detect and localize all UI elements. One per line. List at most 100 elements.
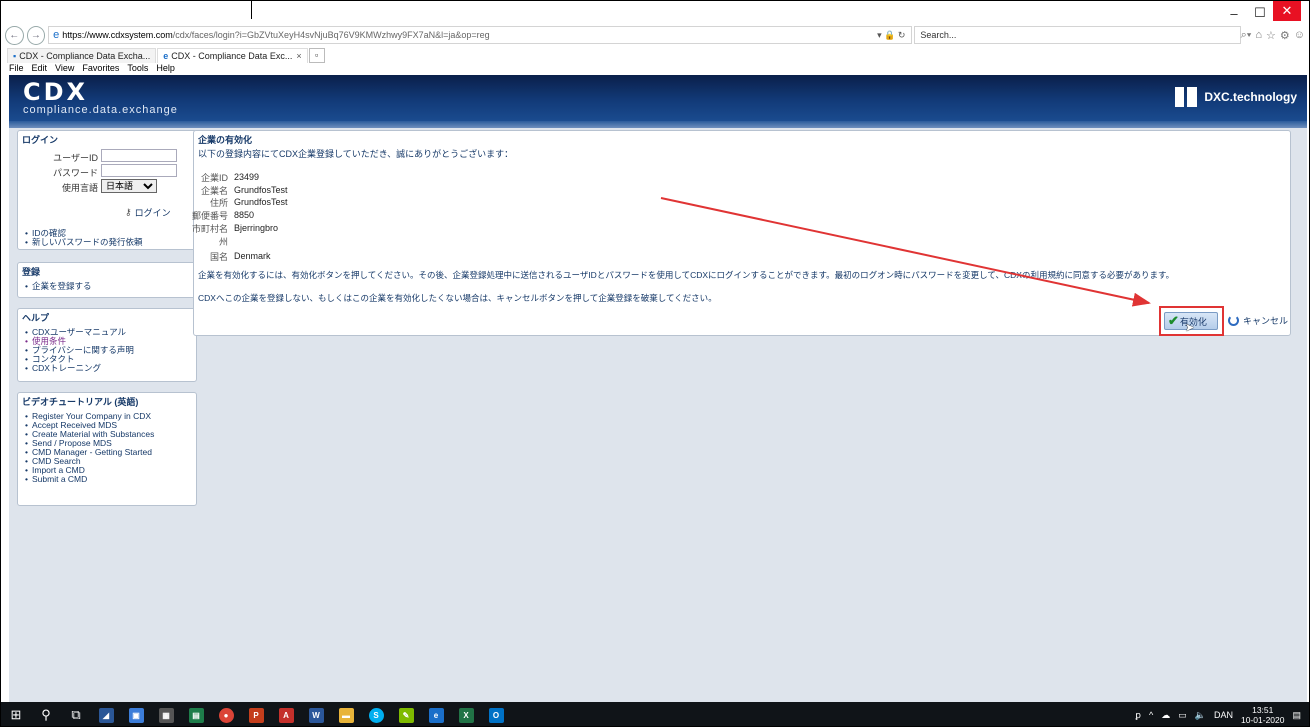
tab-1[interactable]: ▪ CDX - Compliance Data Excha...	[7, 47, 157, 63]
login-panel: ログイン ユーザーID パスワード 使用言語 日本語 ⚷ ログイン IDの確認	[17, 130, 197, 250]
home-icon[interactable]: ⌂	[1255, 29, 1262, 41]
taskbar-app[interactable]: X	[451, 702, 481, 726]
calculator-icon: ▦	[158, 707, 174, 723]
app-icon: ✎	[398, 707, 414, 723]
menu-edit[interactable]: Edit	[32, 63, 48, 75]
cancel-button[interactable]: キャンセル	[1228, 314, 1288, 327]
activation-panel: 企業の有効化 以下の登録内容にてCDX企業登録していただき、誠にありがとうござい…	[191, 130, 1291, 336]
video-link[interactable]: Submit a CMD	[24, 475, 192, 485]
smiley-icon[interactable]: ☺	[1294, 29, 1305, 41]
search-input[interactable]: Search...	[914, 26, 1241, 44]
taskbar-app[interactable]: ◢	[91, 702, 121, 726]
field-label: 住所	[209, 198, 228, 208]
header-subbar	[9, 121, 1307, 128]
tab-strip: ▪ CDX - Compliance Data Excha... e CDX -…	[7, 47, 326, 63]
field-company-name: 企業名 GrundfosTest	[198, 184, 798, 196]
clock-date: 10-01-2020	[1241, 715, 1285, 725]
taskbar-app[interactable]: W	[301, 702, 331, 726]
menu-file[interactable]: File	[9, 63, 24, 75]
new-tab-button[interactable]: ▫	[308, 47, 325, 63]
tab-close-icon[interactable]: ×	[296, 51, 301, 61]
field-city: 市町村名 Bjerringbro	[192, 222, 798, 234]
field-value: GrundfosTest	[234, 197, 288, 207]
video-title: ビデオチュートリアル (英語)	[22, 397, 139, 407]
menu-tools[interactable]: Tools	[127, 63, 148, 75]
taskbar-app[interactable]: ✎	[391, 702, 421, 726]
field-state: 州	[198, 235, 798, 247]
minimize-button[interactable]: –	[1221, 1, 1247, 25]
link-new-password[interactable]: 新しいパスワードの発行依頼	[24, 238, 143, 248]
forward-button[interactable]: →	[26, 25, 46, 45]
field-country: 国名 Denmark	[198, 250, 798, 262]
field-label: 郵便番号	[191, 211, 228, 221]
search-dropdown-icon[interactable]: ⌕▾	[1241, 29, 1252, 42]
system-tray: ꝑ ^ ☁ ▭ 🔈 DAN 13:51 10-01-2020 ▤	[1135, 702, 1301, 726]
volume-icon[interactable]: 🔈	[1195, 710, 1206, 721]
window-controls: – ☐ ✕	[1221, 1, 1301, 27]
field-label: 市町村名	[191, 224, 228, 234]
tab-2[interactable]: e CDX - Compliance Data Exc... ×	[157, 47, 308, 63]
start-button[interactable]: ⊞	[1, 702, 31, 726]
menu-bar: File Edit View Favorites Tools Help	[9, 63, 175, 75]
cdx-header: CDX compliance.data.exchange DXC.technol…	[9, 75, 1307, 121]
close-button[interactable]: ✕	[1273, 1, 1301, 21]
field-label: 州	[218, 237, 228, 247]
lock-refresh-icons[interactable]: ▾ 🔒 ↻	[877, 30, 905, 41]
cloud-icon[interactable]: ☁	[1161, 710, 1170, 721]
taskbar-app[interactable]: ▬	[331, 702, 361, 726]
help-title: ヘルプ	[22, 313, 50, 323]
settings-icon[interactable]: ⚙	[1280, 29, 1290, 42]
taskbar-app[interactable]: ▣	[121, 702, 151, 726]
clock[interactable]: 13:51 10-01-2020	[1241, 705, 1284, 725]
network-icon[interactable]: ▭	[1178, 710, 1187, 721]
cdx-tab-icon: ▪	[13, 50, 17, 61]
address-bar[interactable]: e https://www.cdxsystem.com /cdx/faces/l…	[48, 26, 913, 44]
dxc-logo-text: DXC.technology	[1204, 90, 1297, 104]
taskbar-app[interactable]: A	[271, 702, 301, 726]
menu-help[interactable]: Help	[156, 63, 175, 75]
screen: – ☐ ✕ ← → e https://www.cdxsystem.com /c…	[0, 0, 1310, 727]
notification-icon[interactable]: ▤	[1292, 710, 1301, 721]
task-view-button[interactable]: ⧉	[61, 702, 91, 726]
password-input[interactable]	[101, 164, 177, 177]
user-id-input[interactable]	[101, 149, 177, 162]
url-host: https://www.cdxsystem.com	[62, 30, 173, 40]
ie-icon: e	[53, 29, 60, 41]
menu-favorites[interactable]: Favorites	[82, 63, 119, 75]
field-value: 8850	[234, 210, 255, 220]
link-register-company[interactable]: 企業を登録する	[24, 282, 192, 292]
language-indicator[interactable]: DAN	[1214, 710, 1233, 720]
dxc-symbol-icon	[1175, 87, 1199, 107]
register-title: 登録	[22, 267, 41, 277]
outlook-icon: O	[488, 707, 504, 723]
field-value: 23499	[234, 172, 260, 182]
app-icon: ◢	[98, 707, 114, 723]
back-arrow-icon: ←	[9, 29, 20, 41]
tab-label: CDX - Compliance Data Excha...	[19, 50, 151, 61]
taskbar-app[interactable]: ▦	[151, 702, 181, 726]
task-view-icon: ⧉	[71, 707, 81, 722]
key-icon: ⚷	[125, 207, 132, 217]
favorites-icon[interactable]: ☆	[1266, 29, 1276, 42]
cdx-logo-subtitle: compliance.data.exchange	[23, 104, 178, 116]
taskbar-app[interactable]: P	[241, 702, 271, 726]
language-select[interactable]: 日本語	[101, 179, 157, 193]
menu-view[interactable]: View	[55, 63, 74, 75]
maximize-button[interactable]: ☐	[1247, 1, 1273, 25]
chevron-up-icon[interactable]: ^	[1149, 710, 1153, 720]
link-training[interactable]: CDXトレーニング	[24, 364, 192, 374]
taskbar-app[interactable]: ●	[211, 702, 241, 726]
back-button[interactable]: ←	[5, 25, 24, 45]
taskbar-app[interactable]: ▤	[181, 702, 211, 726]
cdx-logo[interactable]: CDX compliance.data.exchange	[23, 80, 178, 116]
taskbar-app[interactable]: e	[421, 702, 451, 726]
taskbar: ⊞ ⚲ ⧉ ◢ ▣ ▦ ▤ ● P A W ▬ S ✎ e X O ꝑ ^ ☁ …	[1, 702, 1309, 726]
login-button[interactable]: ⚷ ログイン	[125, 206, 171, 219]
field-value: Denmark	[234, 251, 271, 261]
taskbar-app[interactable]: S	[361, 702, 391, 726]
windows-icon: ⊞	[10, 707, 22, 722]
taskbar-app[interactable]: O	[481, 702, 511, 726]
people-icon[interactable]: ꝑ	[1135, 710, 1141, 721]
search-button[interactable]: ⚲	[31, 702, 61, 726]
mouse-cursor-icon: ➤	[1185, 322, 1195, 334]
